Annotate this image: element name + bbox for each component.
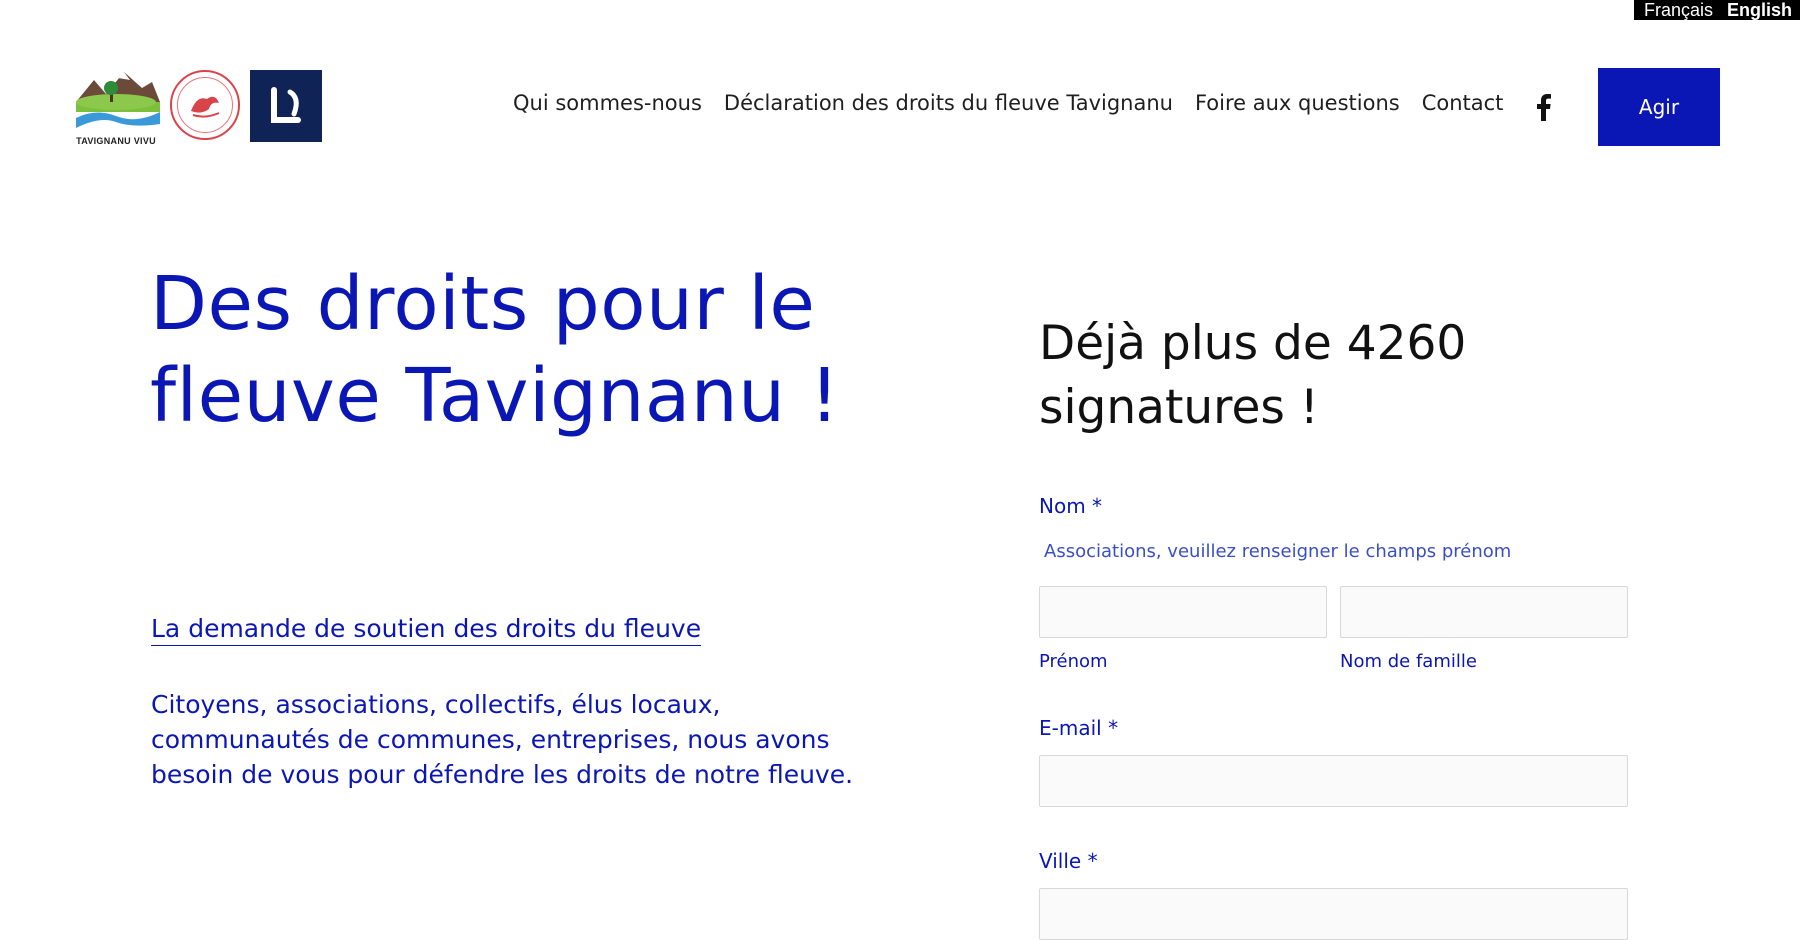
agir-button[interactable]: Agir bbox=[1598, 68, 1720, 146]
nom-label: Nom * bbox=[1039, 494, 1103, 518]
nav-contact[interactable]: Contact bbox=[1422, 91, 1504, 115]
facebook-icon[interactable] bbox=[1533, 93, 1553, 121]
partner-logos: TAVIGNANU VIVU bbox=[72, 68, 322, 146]
hero-description: Citoyens, associations, collectifs, élus… bbox=[151, 690, 854, 789]
mountain-river-icon bbox=[76, 72, 160, 128]
email-label: E-mail * bbox=[1039, 716, 1119, 740]
tavignanu-vivu-logo[interactable]: TAVIGNANU VIVU bbox=[72, 68, 160, 146]
main-nav: Qui sommes-nous Déclaration des droits d… bbox=[513, 91, 1503, 115]
prenom-input[interactable] bbox=[1039, 586, 1327, 638]
ville-input[interactable] bbox=[1039, 888, 1628, 940]
nav-declaration[interactable]: Déclaration des droits du fleuve Tavigna… bbox=[724, 91, 1173, 115]
terre-de-liens-logo[interactable] bbox=[170, 70, 240, 140]
hero-title: Des droits pour le fleuve Tavignanu ! bbox=[150, 261, 840, 439]
nom-famille-sublabel: Nom de famille bbox=[1340, 651, 1477, 672]
logo-caption: TAVIGNANU VIVU bbox=[76, 136, 156, 146]
signatures-title: Déjà plus de 4260 signatures ! bbox=[1039, 316, 1467, 435]
l-letter-icon bbox=[271, 87, 301, 123]
site-header: TAVIGNANU VIVU Qui sommes-nous Déclarati… bbox=[0, 0, 1800, 170]
nom-hint: Associations, veuillez renseigner le cha… bbox=[1044, 541, 1512, 562]
nav-faq[interactable]: Foire aux questions bbox=[1195, 91, 1400, 115]
support-request-link[interactable]: La demande de soutien des droits du fleu… bbox=[151, 614, 702, 646]
prenom-sublabel: Prénom bbox=[1039, 651, 1108, 672]
l-brand-logo[interactable] bbox=[250, 70, 322, 142]
nav-qui-sommes-nous[interactable]: Qui sommes-nous bbox=[513, 91, 702, 115]
terre-de-liens-icon bbox=[191, 96, 220, 118]
email-input[interactable] bbox=[1039, 755, 1628, 807]
nom-famille-input[interactable] bbox=[1340, 586, 1628, 638]
ville-label: Ville * bbox=[1039, 849, 1098, 873]
